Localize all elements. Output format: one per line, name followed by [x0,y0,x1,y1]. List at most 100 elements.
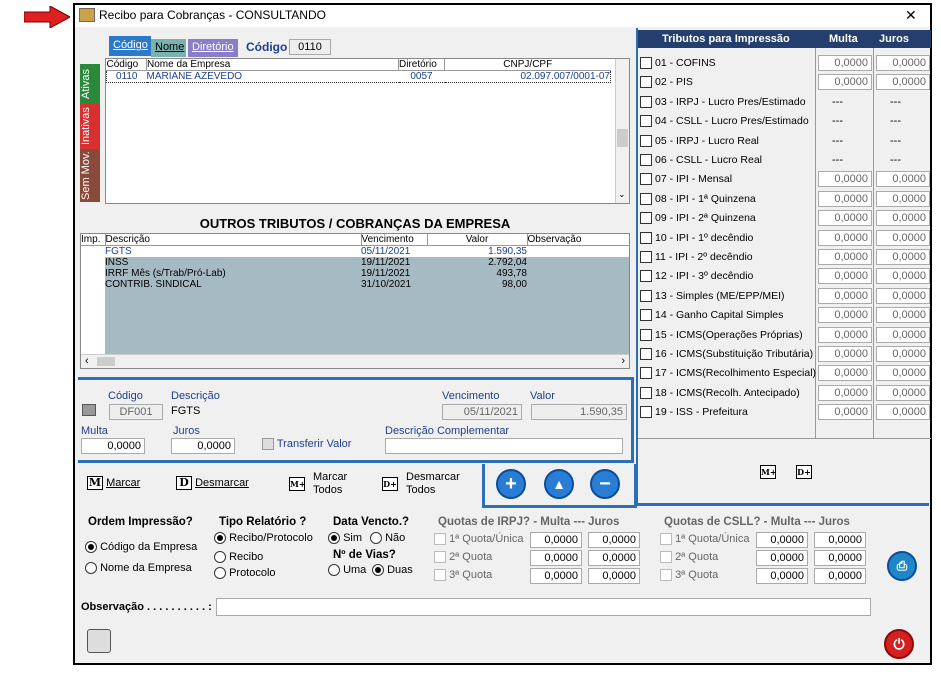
col-cnpj[interactable]: CNPJ/CPF [445,59,611,71]
tributo-row[interactable]: 08 - IPI - 1ª Quinzena 0,0000 0,0000 [638,190,931,209]
irpj-q1-juros[interactable]: 0,0000 [588,532,640,548]
tributo-row[interactable]: 05 - IRPJ - Lucro Real --- --- [638,133,931,151]
desmarcar-button[interactable]: D Desmarcar [176,476,249,490]
tributo-juros[interactable]: 0,0000 [876,404,930,421]
scroll-left-icon[interactable]: ‹ [85,355,89,367]
irpj-q1[interactable]: 1ª Quota/Única [434,533,523,546]
tributo-checkbox[interactable] [640,192,652,205]
desmarcar-todos-button[interactable]: D+ Desmarcar Todos [382,471,460,497]
tributo-juros[interactable]: 0,0000 [876,287,930,304]
tributo-checkbox[interactable] [640,309,652,322]
tributo-row[interactable]: 07 - IPI - Mensal 0,0000 0,0000 [638,171,931,189]
col-valor[interactable]: Valor [427,234,528,246]
tributo-checkbox[interactable] [640,76,652,89]
tributo-juros[interactable]: 0,0000 [876,365,930,382]
print-button[interactable]: ⎙ [887,551,917,581]
tributo-checkbox[interactable] [640,270,652,283]
tributo-checkbox[interactable] [640,328,652,341]
tributo-multa[interactable]: 0,0000 [818,229,872,246]
data-nao-radio[interactable]: Não [370,532,405,545]
table-row[interactable]: FGTS 05/11/2021 1.590,35 [81,245,629,257]
up-button[interactable]: ▲ [544,469,574,499]
tributo-multa[interactable]: 0,0000 [818,171,872,188]
tributo-row[interactable]: 09 - IPI - 2ª Quinzena 0,0000 0,0000 [638,210,931,228]
observacao-field[interactable] [216,598,871,616]
csll-q3-multa[interactable]: 0,0000 [756,568,808,584]
scroll-down-icon[interactable]: ⌄ [618,189,626,200]
side-tab-inativas[interactable]: Inativas [80,104,100,149]
tributo-checkbox[interactable] [640,386,652,399]
marcar-todos-button[interactable]: M+ Marcar Todos [289,471,347,497]
tributo-juros[interactable]: 0,0000 [876,249,930,265]
irpj-q1-multa[interactable]: 0,0000 [530,532,582,548]
tributo-row[interactable]: 16 - ICMS(Substituição Tributária) 0,000… [638,346,931,364]
horizontal-scrollbar[interactable]: ‹ › [81,354,629,368]
tributo-checkbox[interactable] [640,154,652,166]
csll-q3[interactable]: 3ª Quota [660,569,718,582]
tab-nome[interactable]: Nome [151,39,186,57]
tributo-row[interactable]: 02 - PIS 0,0000 0,0000 [638,74,931,92]
col-descricao[interactable]: Descrição [105,234,362,246]
vertical-scrollbar[interactable]: ⌄ [615,59,629,203]
col-imp[interactable]: Imp. [81,234,106,246]
tributo-checkbox[interactable] [640,173,652,186]
company-list[interactable]: Código Nome da Empresa Diretório CNPJ/CP… [105,58,630,204]
tributo-row[interactable]: 04 - CSLL - Lucro Pres/Estimado --- --- [638,113,931,131]
tributo-checkbox[interactable] [640,251,652,263]
ordem-codigo-radio[interactable]: Código da Empresa [85,541,197,554]
marcar-todos-small-icon[interactable]: M+ [760,465,777,479]
irpj-q3-juros[interactable]: 0,0000 [588,568,640,584]
tributo-multa[interactable]: 0,0000 [818,307,872,324]
data-sim-radio[interactable]: Sim [328,532,362,545]
tipo-recibo-protocolo-radio[interactable]: Recibo/Protocolo [214,532,313,545]
tributo-checkbox[interactable] [640,406,652,419]
tributo-juros[interactable]: 0,0000 [876,307,930,324]
desc-comp-field[interactable] [385,438,623,454]
side-tab-ativas[interactable]: Ativas [80,64,100,104]
scroll-right-icon[interactable]: › [621,355,625,367]
col-nome[interactable]: Nome da Empresa [146,59,399,71]
csll-q2-juros[interactable]: 0,0000 [814,550,866,566]
table-row[interactable]: INSS 19/11/2021 2.792,04 [81,257,629,268]
tributo-checkbox[interactable] [640,231,652,244]
valor-field[interactable]: 1.590,35 [531,404,627,420]
tributo-juros[interactable]: 0,0000 [876,326,930,343]
table-row[interactable]: IRRF Mês (s/Trab/Pró-Lab) 19/11/2021 493,7… [81,268,629,279]
tributo-multa[interactable]: 0,0000 [818,74,872,91]
tributo-multa[interactable]: 0,0000 [818,55,872,71]
tributo-checkbox[interactable] [640,134,652,147]
col-diretorio[interactable]: Diretório [398,59,445,71]
tributo-checkbox[interactable] [640,289,652,302]
codigo-field[interactable]: DF001 [109,404,163,420]
tributo-row[interactable]: 12 - IPI - 3º decêndio 0,0000 0,0000 [638,268,931,286]
vias-uma-radio[interactable]: Uma [328,564,366,577]
tributo-juros[interactable]: 0,0000 [876,346,930,362]
tributo-multa[interactable]: 0,0000 [818,326,872,343]
irpj-q2[interactable]: 2ª Quota [434,551,492,564]
tributo-checkbox[interactable] [640,95,652,108]
side-tab-sem-mov[interactable]: Sem Mov. [80,149,100,202]
tributo-juros[interactable]: 0,0000 [876,384,930,401]
tab-codigo[interactable]: Código [109,36,151,56]
remove-button[interactable]: − [590,469,620,499]
tributo-checkbox[interactable] [640,212,652,225]
tipo-recibo-radio[interactable]: Recibo [214,551,263,564]
col-observacao[interactable]: Observação [527,234,629,246]
csll-q2-multa[interactable]: 0,0000 [756,550,808,566]
tributo-row[interactable]: 17 - ICMS(Recolhimento Especial) 0,0000 0… [638,365,931,383]
desmarcar-todos-small-icon[interactable]: D+ [796,465,812,479]
tributo-multa[interactable]: 0,0000 [818,210,872,227]
csll-q1-multa[interactable]: 0,0000 [756,532,808,548]
exit-tool-icon[interactable] [87,629,111,653]
tributo-row[interactable]: 18 - ICMS(Recolh. Antecipado) 0,0000 0,00… [638,384,931,403]
csll-q1-juros[interactable]: 0,0000 [814,532,866,548]
tributo-row[interactable]: 06 - CSLL - Lucro Real --- --- [638,152,931,170]
printer-small-icon[interactable] [82,404,96,416]
csll-q2[interactable]: 2ª Quota [660,551,718,564]
tributo-multa[interactable]: 0,0000 [818,346,872,362]
col-vencimento[interactable]: Vencimento [361,234,428,246]
vencimento-field[interactable]: 05/11/2021 [442,404,522,420]
tipo-protocolo-radio[interactable]: Protocolo [214,567,276,580]
table-row[interactable]: CONTRIB. SINDICAL 31/10/2021 98,00 [81,279,629,290]
tributo-row[interactable]: 19 - ISS - Prefeitura 0,0000 0,0000 [638,404,931,422]
